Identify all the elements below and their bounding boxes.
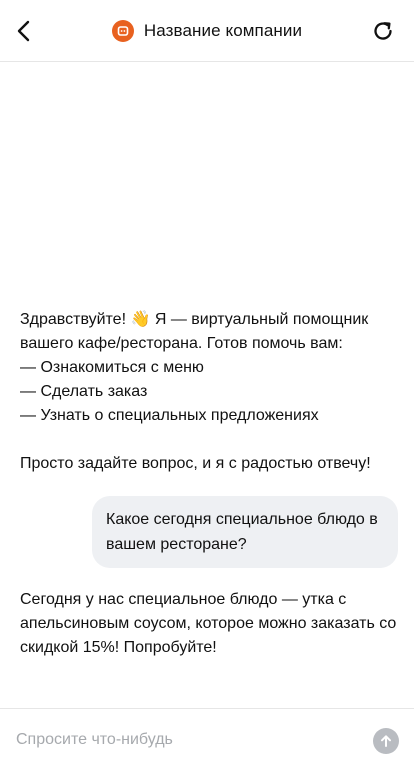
bot-message-line: Просто задайте вопрос, и я с радостью от… <box>20 455 371 472</box>
refresh-icon <box>374 22 392 40</box>
chevron-left-icon <box>17 20 30 42</box>
company-logo-icon <box>111 19 134 42</box>
header-title-group: Название компании <box>111 19 303 42</box>
bot-message-line: — Ознакомиться с меню <box>20 359 204 376</box>
bot-message-text: Сегодня у нас специальное блюдо — утка с… <box>20 591 397 656</box>
message-input[interactable] <box>16 727 356 753</box>
refresh-button[interactable] <box>368 16 398 46</box>
bot-message: Здравствуйте! 👋 Я — виртуальный помощник… <box>20 308 400 476</box>
header-bar: Название компании <box>0 0 414 62</box>
chat-app: Название компании Здравствуйте! 👋 Я — ви… <box>0 0 414 770</box>
chat-messages: Здравствуйте! 👋 Я — виртуальный помощник… <box>0 63 414 708</box>
bot-message-line: Здравствуйте! 👋 Я — виртуальный помощник… <box>20 311 369 352</box>
user-message-bubble: Какое сегодня специальное блюдо в вашем … <box>92 496 398 568</box>
bot-message: Сегодня у нас специальное блюдо — утка с… <box>20 588 400 660</box>
send-button[interactable] <box>373 728 399 754</box>
back-button[interactable] <box>8 15 40 47</box>
bot-message-line: — Сделать заказ <box>20 383 148 400</box>
bot-message-blank-line <box>20 428 400 452</box>
page-title: Название компании <box>143 20 303 40</box>
user-message-text: Какое сегодня специальное блюдо в вашем … <box>106 511 378 553</box>
bot-message-line: — Узнать о специальных предложениях <box>20 407 319 424</box>
message-composer <box>0 708 414 770</box>
arrow-up-icon <box>381 735 391 747</box>
